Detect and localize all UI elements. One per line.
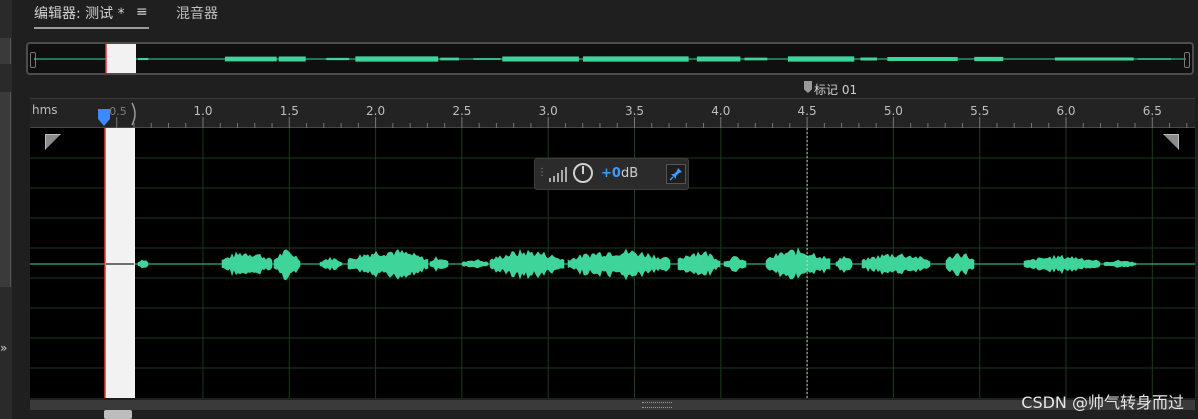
ruler-tick-label: 5.0 bbox=[884, 104, 903, 118]
ruler-ticks: 1.0 1.5 2.0 2.5 3.0 3.5 4.0 4.5 5.0 5.5 6.0 6.5 0.5 bbox=[30, 102, 1195, 129]
ruler-tick-label: 5.5 bbox=[970, 104, 989, 118]
tab-mixer[interactable]: 混音器 bbox=[176, 4, 218, 24]
volume-knob-icon[interactable] bbox=[573, 163, 593, 183]
gain-hud[interactable]: ⋮ +0 dB bbox=[534, 158, 689, 190]
watermark-text: CSDN @帅气转身而过 bbox=[1021, 393, 1184, 412]
chevron-right-icon[interactable]: » bbox=[0, 341, 7, 355]
ruler-tick-label: 2.5 bbox=[452, 104, 471, 118]
overview-viewport bbox=[106, 44, 136, 73]
ruler-tick-label: 6.0 bbox=[1056, 104, 1075, 118]
ruler-tick-label: 1.0 bbox=[193, 104, 212, 118]
ruler-tick-label: 2.0 bbox=[366, 104, 385, 118]
panel-tabs: 编辑器: 测试 * ≡ 混音器 bbox=[24, 0, 1198, 30]
ruler-tick-label: 1.5 bbox=[280, 104, 299, 118]
hud-grip-icon[interactable]: ⋮ bbox=[537, 167, 547, 178]
gain-unit: dB bbox=[621, 166, 639, 181]
scrollbar-thumb[interactable] bbox=[642, 402, 672, 408]
left-panel-block bbox=[0, 38, 11, 64]
tab-editor[interactable]: 编辑器: 测试 * bbox=[34, 4, 149, 29]
overview-right-grip[interactable] bbox=[1184, 52, 1190, 68]
ruler-tick-label: 3.5 bbox=[625, 104, 644, 118]
selection-bottom-handle[interactable] bbox=[104, 410, 132, 419]
level-meter-icon bbox=[549, 167, 567, 182]
playhead-label: 0.5 bbox=[109, 105, 127, 118]
ruler-tick-label: 3.0 bbox=[539, 104, 558, 118]
selection-region bbox=[105, 128, 135, 398]
time-ruler[interactable]: hms 1.0 1.5 2.0 2.5 3.0 3.5 4.0 4.5 5.0 5.5 6.0 6.5… bbox=[30, 98, 1195, 129]
gain-value[interactable]: +0 bbox=[601, 166, 621, 181]
overview-navigator[interactable] bbox=[26, 42, 1194, 75]
ruler-tick-label: 6.5 bbox=[1143, 104, 1162, 118]
horizontal-scrollbar[interactable] bbox=[30, 400, 1195, 410]
pin-icon[interactable] bbox=[666, 164, 686, 184]
marker-row: 标记 01 bbox=[30, 78, 1195, 98]
tab-menu-icon[interactable]: ≡ bbox=[136, 4, 148, 20]
overview-waveform bbox=[34, 44, 1186, 73]
playhead-handle-icon bbox=[98, 109, 110, 126]
ruler-tick-label: 4.5 bbox=[798, 104, 817, 118]
left-panel-strip: » bbox=[0, 0, 12, 419]
selection-bracket-icon bbox=[131, 102, 136, 126]
marker-flag-icon[interactable] bbox=[804, 81, 812, 93]
left-panel-block bbox=[0, 92, 11, 287]
marker-label[interactable]: 标记 01 bbox=[814, 81, 857, 98]
ruler-tick-label: 4.0 bbox=[711, 104, 730, 118]
